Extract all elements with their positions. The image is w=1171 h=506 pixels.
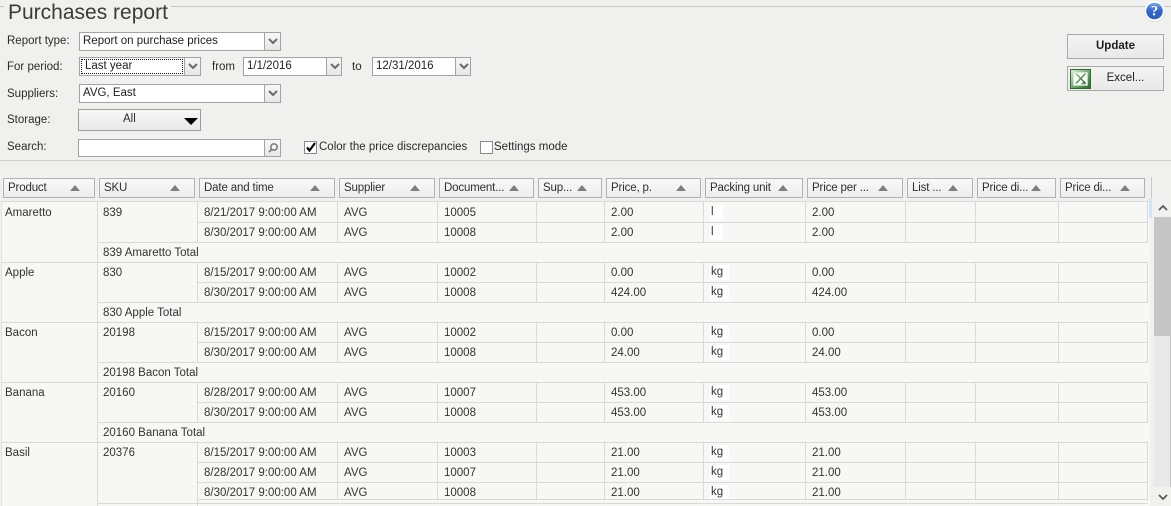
svg-text:?: ? — [1151, 4, 1158, 20]
